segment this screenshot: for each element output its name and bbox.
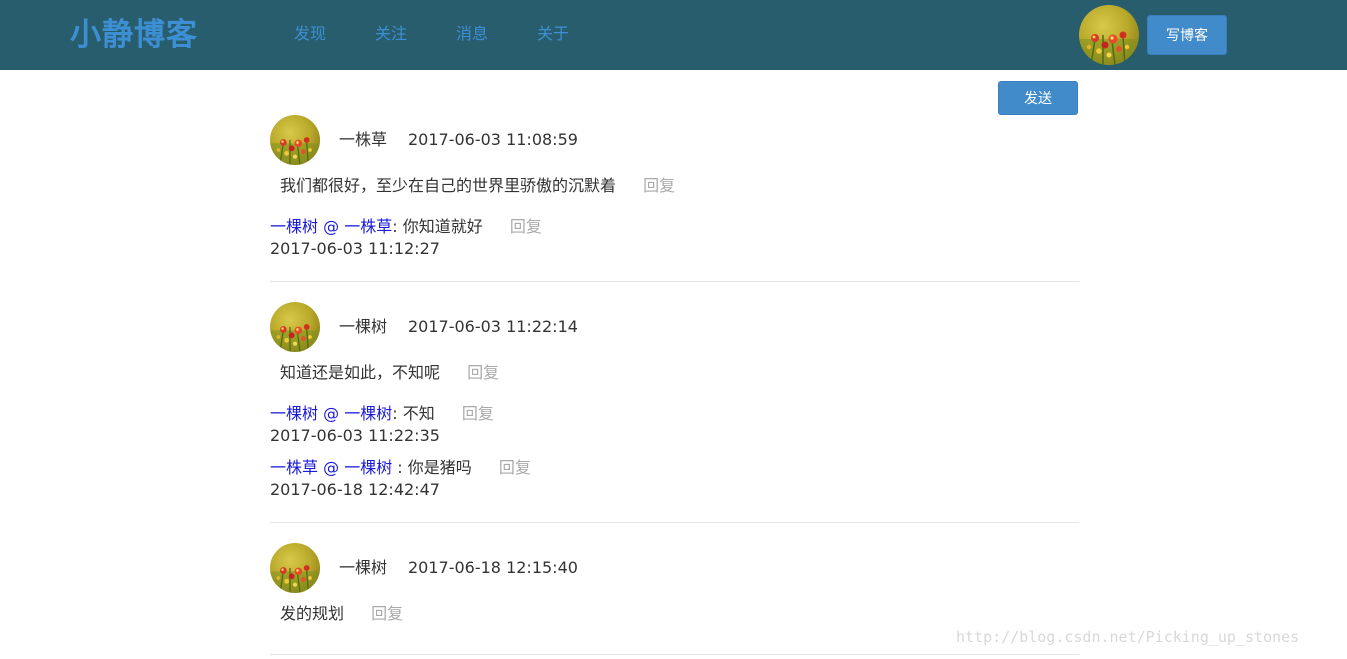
reply-time: 2017-06-03 11:12:27 (270, 239, 440, 258)
comment-avatar[interactable] (270, 115, 320, 165)
comment-body: 发的规划 回复 (280, 603, 403, 625)
reply-text: 你是猪吗 (407, 458, 472, 477)
watermark-text: http://blog.csdn.net/Picking_up_stones (956, 628, 1300, 646)
reply-separator: : (392, 404, 403, 423)
nav-link-discover[interactable]: 发现 (294, 23, 326, 45)
reply-to-user[interactable]: 一株草 (344, 217, 392, 236)
comment-time: 2017-06-03 11:22:14 (408, 317, 578, 336)
comment-avatar[interactable] (270, 543, 320, 593)
reply-from-user[interactable]: 一棵树 (270, 404, 318, 423)
user-avatar[interactable] (1079, 5, 1139, 65)
comment-text: 我们都很好，至少在自己的世界里骄傲的沉默着 (280, 176, 617, 195)
site-logo[interactable]: 小静博客 (70, 14, 198, 56)
comment-divider (270, 281, 1079, 282)
reply-from-user[interactable]: 一株草 (270, 458, 318, 477)
comment-time: 2017-06-03 11:08:59 (408, 130, 578, 149)
comment-author: 一株草 (339, 130, 388, 149)
reply-separator: : (392, 217, 403, 236)
comment-time: 2017-06-18 12:15:40 (408, 558, 578, 577)
reply-time: 2017-06-18 12:42:47 (270, 480, 440, 499)
reply-link[interactable]: 回复 (371, 604, 403, 623)
reply-text: 你知道就好 (402, 217, 483, 236)
reply-link[interactable]: 回复 (643, 176, 675, 195)
nav-link-follow[interactable]: 关注 (375, 23, 407, 45)
reply-separator: : (392, 458, 408, 477)
reply-to-user[interactable]: 一棵树 (344, 404, 392, 423)
comment-author: 一棵树 (339, 317, 388, 336)
flower-avatar-icon (270, 115, 320, 165)
reply-link[interactable]: 回复 (510, 217, 542, 236)
flower-avatar-icon (270, 302, 320, 352)
comment-divider (270, 522, 1079, 523)
nav-link-messages[interactable]: 消息 (456, 23, 488, 45)
reply-item: 一株草 @ 一棵树 : 你是猪吗 回复 2017-06-18 12:42:47 (270, 457, 531, 501)
reply-at-symbol: @ (323, 217, 340, 236)
top-navbar: 小静博客 发现 关注 消息 关于 写博客 (0, 0, 1347, 70)
comment-divider (270, 654, 1079, 655)
reply-at-symbol: @ (323, 404, 340, 423)
comment-author: 一棵树 (339, 558, 388, 577)
send-button[interactable]: 发送 (998, 81, 1078, 115)
reply-to-user[interactable]: 一棵树 (344, 458, 392, 477)
reply-text: 不知 (402, 404, 435, 423)
comment-text: 发的规划 (280, 604, 345, 623)
reply-item: 一棵树 @ 一株草: 你知道就好 回复 2017-06-03 11:12:27 (270, 216, 542, 260)
reply-at-symbol: @ (323, 458, 340, 477)
comment-body: 我们都很好，至少在自己的世界里骄傲的沉默着 回复 (280, 175, 675, 197)
reply-from-user[interactable]: 一棵树 (270, 217, 318, 236)
comment-text: 知道还是如此，不知呢 (280, 363, 441, 382)
flower-avatar-icon (270, 543, 320, 593)
reply-link[interactable]: 回复 (462, 404, 494, 423)
reply-link[interactable]: 回复 (499, 458, 531, 477)
comment-body: 知道还是如此，不知呢 回复 (280, 362, 499, 384)
comment-avatar[interactable] (270, 302, 320, 352)
write-blog-button[interactable]: 写博客 (1147, 15, 1227, 55)
reply-link[interactable]: 回复 (467, 363, 499, 382)
reply-item: 一棵树 @ 一棵树: 不知 回复 2017-06-03 11:22:35 (270, 403, 494, 447)
reply-time: 2017-06-03 11:22:35 (270, 426, 440, 445)
nav-link-about[interactable]: 关于 (537, 23, 569, 45)
flower-avatar-icon (1079, 5, 1139, 65)
